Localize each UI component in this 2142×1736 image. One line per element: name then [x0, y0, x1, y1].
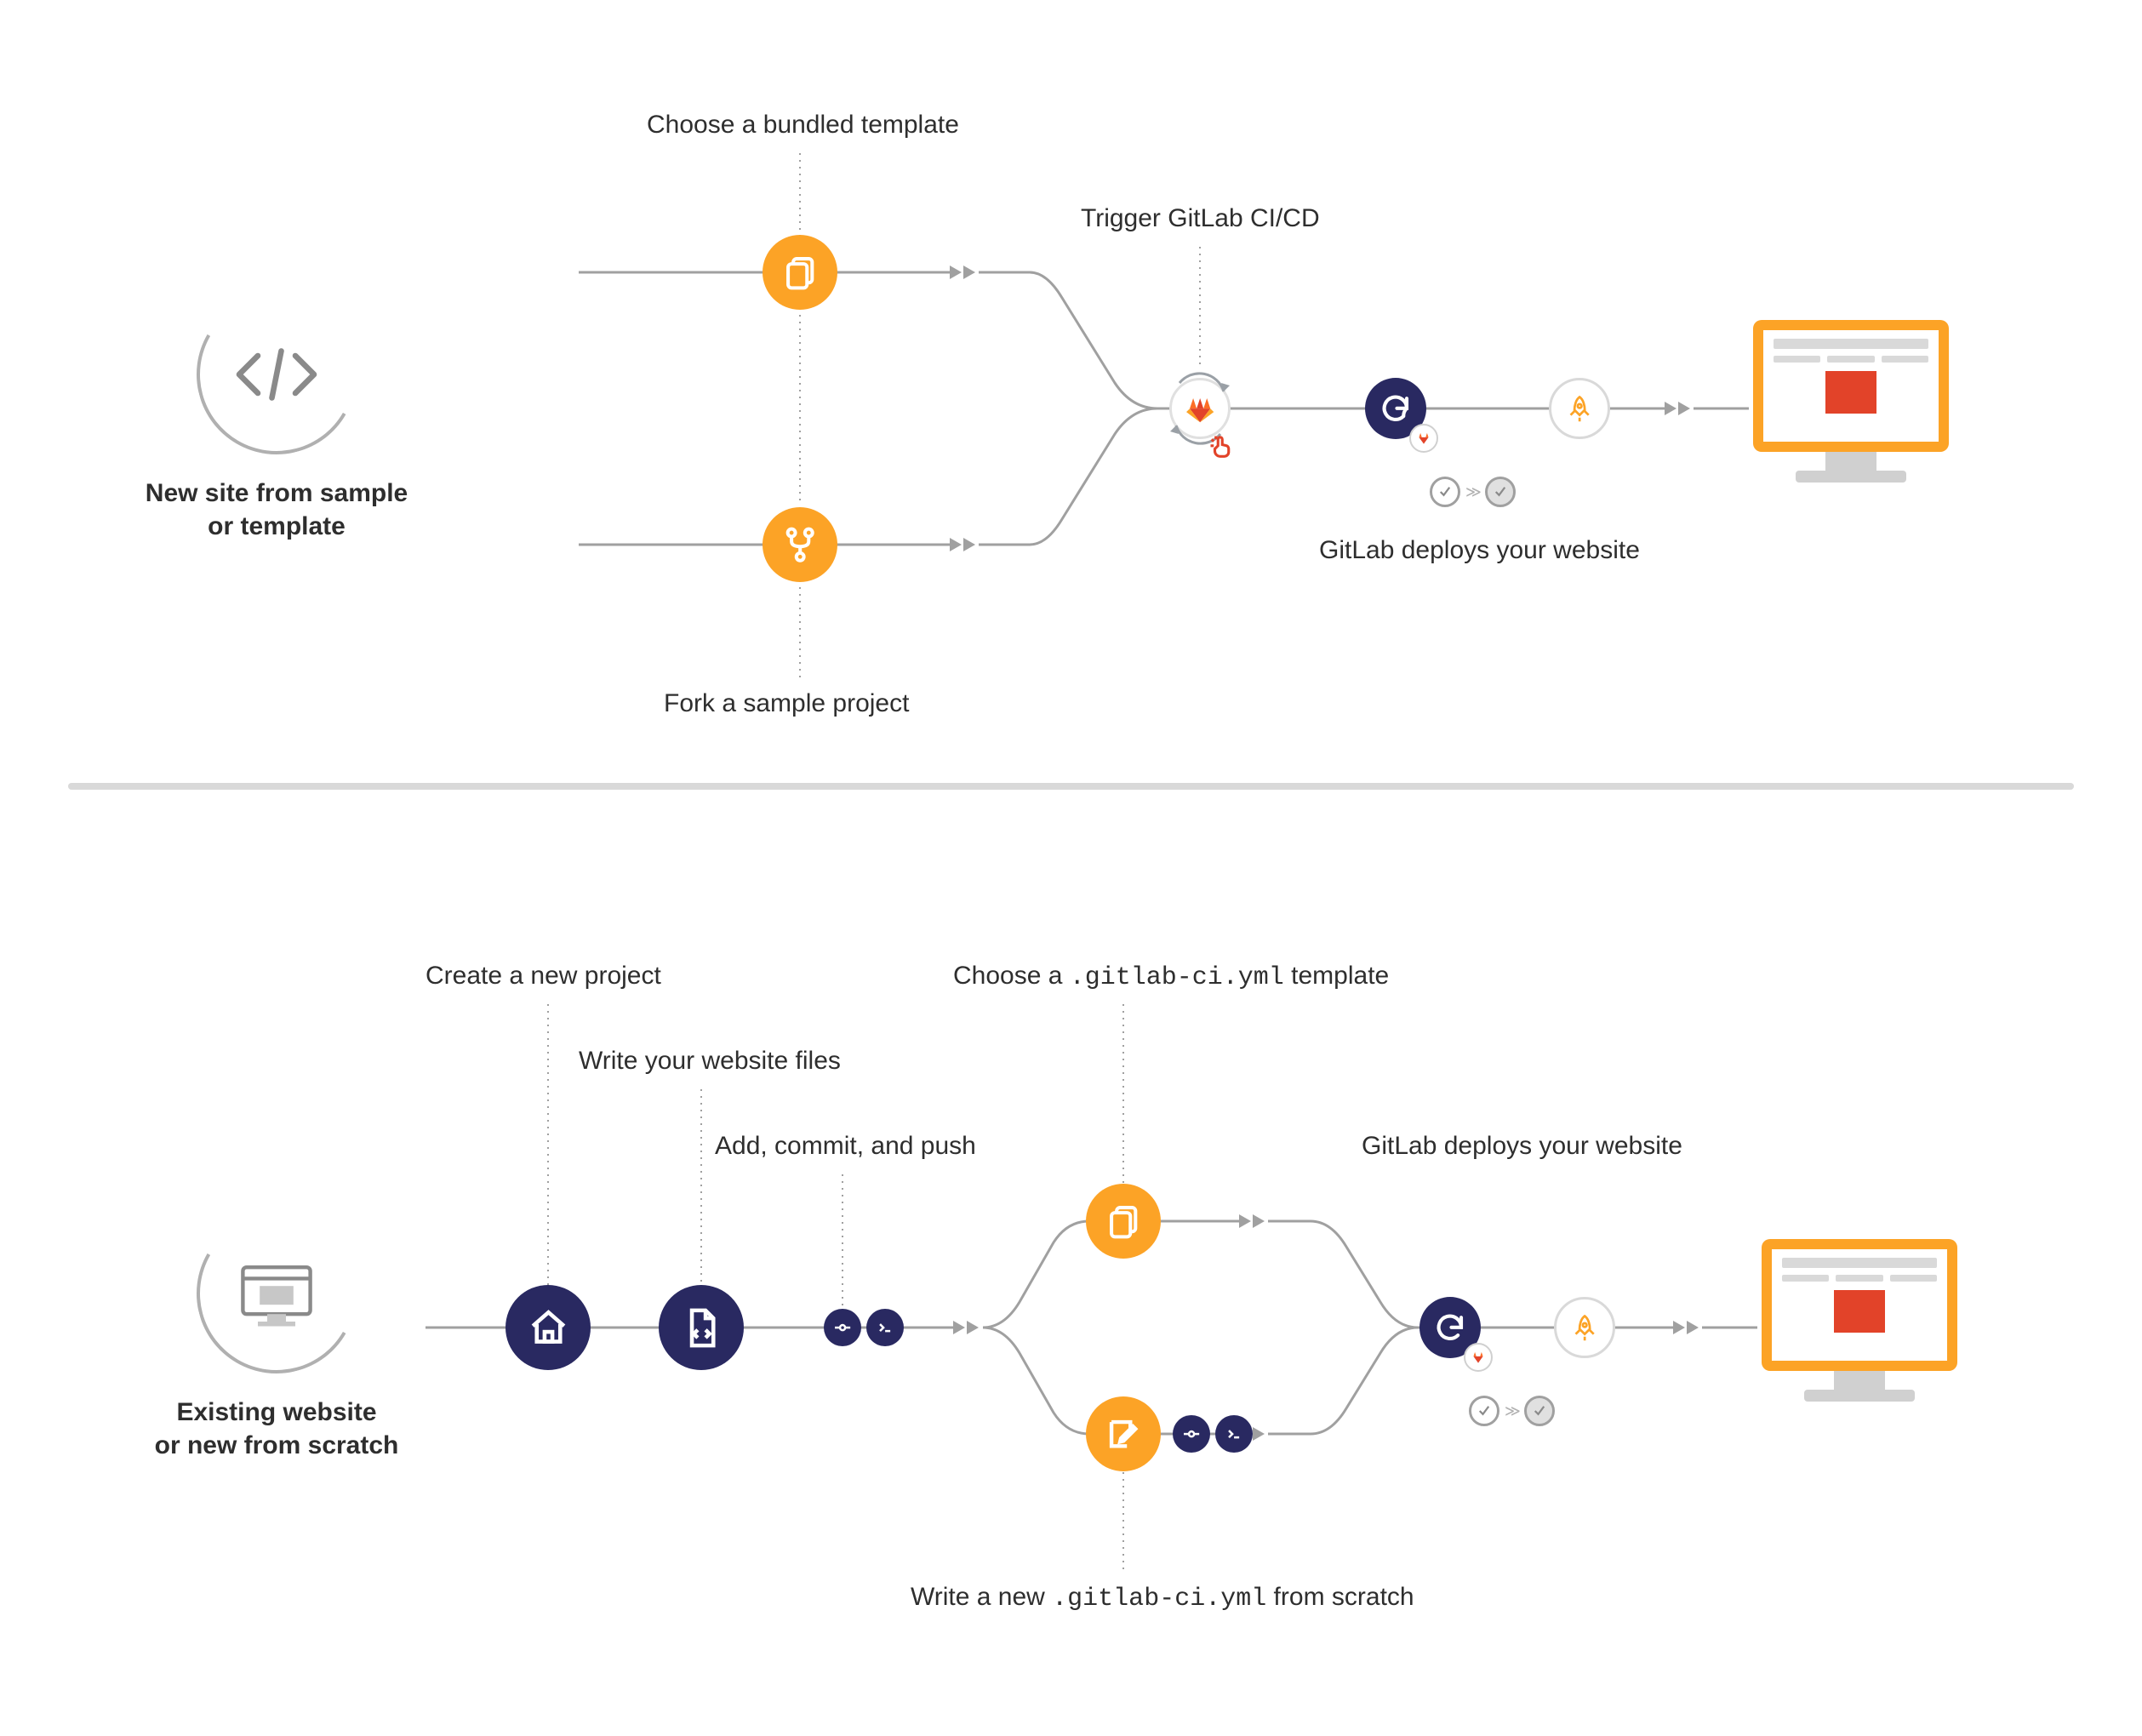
terminal-icon — [866, 1309, 904, 1346]
label-create-project: Create a new project — [426, 962, 661, 991]
file-code-icon — [659, 1285, 744, 1370]
pipeline-status-icon-2: ≫ — [1469, 1396, 1555, 1426]
gitlab-tiny-icon-2 — [1464, 1343, 1493, 1372]
diagram-bottom: Existing website or new from scratch Cre… — [102, 868, 2040, 1685]
fork-icon — [763, 507, 837, 582]
label-deploy-top: GitLab deploys your website — [1319, 536, 1640, 565]
home-icon — [506, 1285, 591, 1370]
commit-icon-2 — [1173, 1415, 1210, 1453]
label-choose-ci: Choose a .gitlab-ci.yml template — [953, 962, 1389, 992]
label-choose-template: Choose a bundled template — [647, 111, 959, 140]
edit-icon — [1086, 1396, 1161, 1471]
terminal-icon-2 — [1215, 1415, 1253, 1453]
rocket-icon — [1549, 378, 1610, 439]
label-add-commit-push: Add, commit, and push — [715, 1132, 976, 1161]
rocket-icon-2 — [1554, 1297, 1615, 1358]
deployed-site-icon — [1753, 320, 1949, 483]
label-fork-sample: Fork a sample project — [664, 689, 909, 718]
click-hand-icon — [1208, 434, 1234, 460]
label-write-files: Write your website files — [579, 1047, 841, 1076]
diagram-top: New site from sample or template Choose … — [102, 51, 2040, 834]
template-icon — [763, 235, 837, 310]
label-deploy-bottom: GitLab deploys your website — [1362, 1132, 1682, 1161]
label-write-ci: Write a new .gitlab-ci.yml from scratch — [911, 1583, 1414, 1613]
deployed-site-icon-2 — [1762, 1239, 1957, 1402]
pipeline-status-icon: ≫ — [1430, 477, 1516, 507]
ci-template-icon — [1086, 1184, 1161, 1259]
label-trigger-ci: Trigger GitLab CI/CD — [1081, 204, 1320, 233]
gitlab-tiny-icon — [1409, 424, 1438, 453]
section-divider — [68, 783, 2074, 790]
commit-icon — [824, 1309, 861, 1346]
